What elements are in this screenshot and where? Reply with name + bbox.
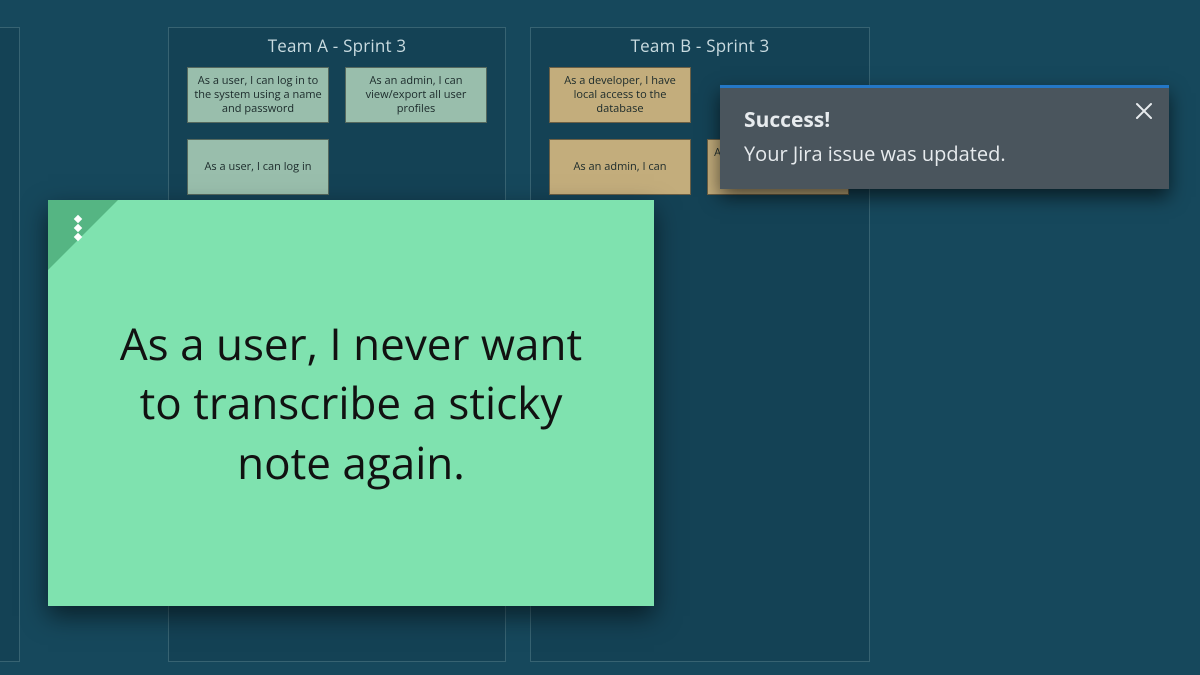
focused-sticky-text: As a user, I never want to transcribe a … xyxy=(104,314,598,492)
story-card[interactable]: As a user, I can log in xyxy=(187,139,329,195)
toast-title: Success! xyxy=(744,106,1113,134)
close-icon[interactable] xyxy=(1133,100,1155,122)
sprint-column-prev[interactable] xyxy=(0,27,20,662)
toast-message: Your Jira issue was updated. xyxy=(744,140,1113,167)
story-card[interactable]: As a developer, I have local access to t… xyxy=(549,67,691,123)
story-card[interactable]: As an admin, I can xyxy=(549,139,691,195)
story-card[interactable]: As a user, I can log in to the system us… xyxy=(187,67,329,123)
story-card[interactable]: As an admin, I can view/export all user … xyxy=(345,67,487,123)
focused-sticky-note[interactable]: As a user, I never want to transcribe a … xyxy=(48,200,654,606)
column-title: Team B - Sprint 3 xyxy=(531,28,869,67)
column-title: Team A - Sprint 3 xyxy=(169,28,505,67)
success-toast: Success! Your Jira issue was updated. xyxy=(720,85,1169,189)
dogear-fold xyxy=(48,200,118,270)
